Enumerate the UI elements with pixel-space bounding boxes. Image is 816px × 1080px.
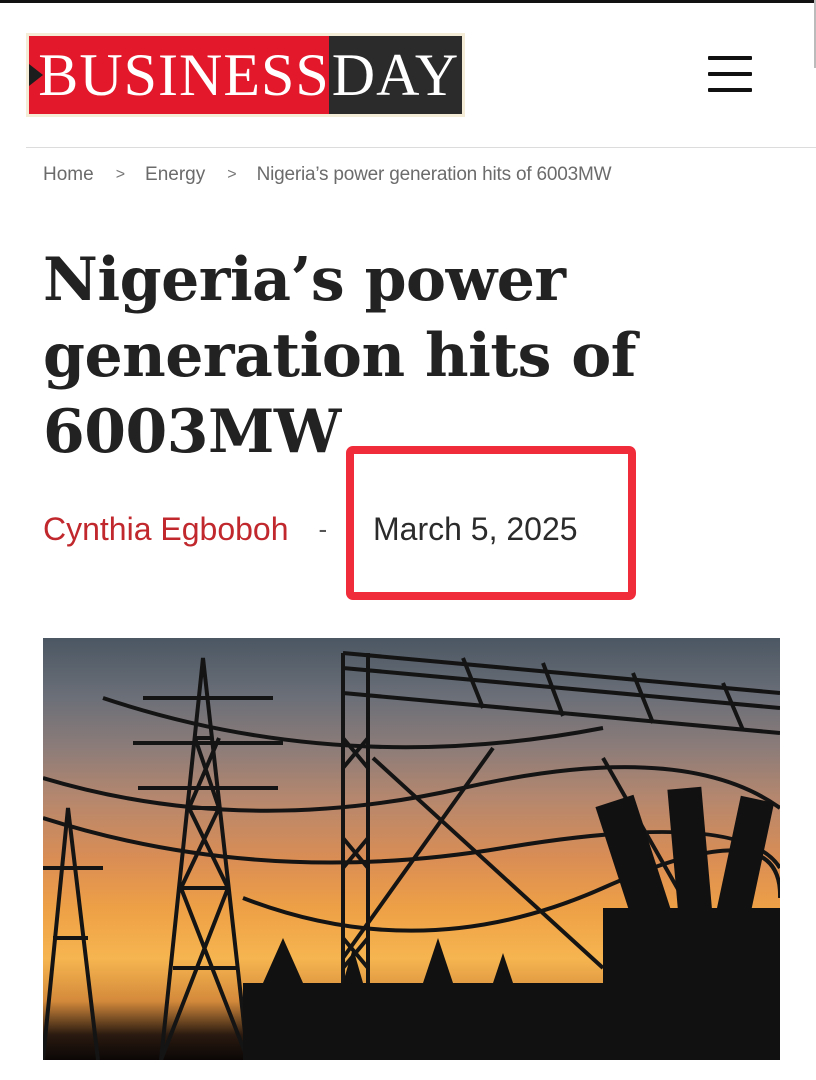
date-highlight-annotation <box>346 446 636 600</box>
businessday-logo[interactable]: BUSINESS DAY <box>26 33 465 117</box>
breadcrumb-energy-link[interactable]: Energy <box>145 164 205 186</box>
power-lines-silhouette <box>43 651 780 1060</box>
author-link[interactable]: Cynthia Egboboh <box>43 511 289 548</box>
logo-arrow-icon <box>29 64 43 86</box>
site-header: BUSINESS DAY <box>0 0 816 148</box>
logo-text-business: BUSINESS <box>38 42 330 108</box>
header-divider <box>26 147 816 148</box>
breadcrumb-separator: > <box>115 166 126 183</box>
breadcrumb-separator: > <box>227 166 237 183</box>
hamburger-menu-icon[interactable] <box>706 52 754 94</box>
article-title: Nigeria’s power generation hits of 6003M… <box>43 245 637 467</box>
logo-text-day: DAY <box>331 42 460 108</box>
breadcrumb-home-link[interactable]: Home <box>43 164 94 186</box>
breadcrumb-current-page: Nigeria’s power generation hits of 6003M… <box>256 164 612 185</box>
hero-image-power-pylons <box>43 638 780 1060</box>
logo-dark-panel: DAY <box>329 36 462 114</box>
breadcrumb: Home > Energy > Nigeria’s power generati… <box>43 162 612 188</box>
article-byline: Cynthia Egboboh - March 5, 2025 <box>43 506 578 552</box>
byline-separator: - <box>318 513 328 544</box>
logo-red-panel: BUSINESS <box>29 36 329 114</box>
